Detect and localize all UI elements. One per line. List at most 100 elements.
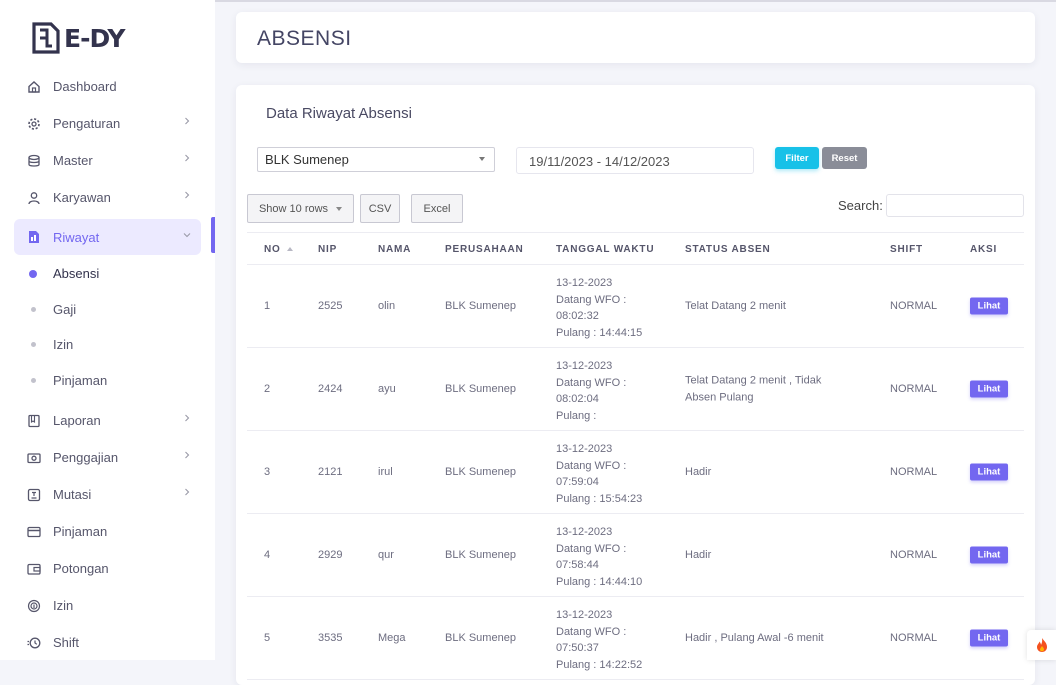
company-select[interactable]: BLK Sumenep [257, 147, 495, 172]
cell-nama: olin [378, 300, 396, 312]
column-header-nama[interactable]: NAMA [378, 244, 411, 255]
sidebar-subitem-gaji[interactable]: Gaji [0, 292, 215, 328]
sidebar-item-laporan[interactable]: Laporan [0, 402, 215, 439]
chevron-right-icon [185, 154, 190, 162]
chevron-right-icon [185, 414, 190, 422]
sidebar-item-penggajian[interactable]: Penggajian [0, 439, 215, 476]
show-rows-button[interactable]: Show 10 rows [247, 194, 354, 223]
date-text: 13-12-2023 [556, 360, 613, 372]
status-text: Hadir , Pulang Awal -6 menit [685, 631, 824, 644]
filter-button[interactable]: Filter [775, 147, 819, 169]
sidebar-subitem-izin[interactable]: Izin [0, 327, 215, 363]
sidebar-item-shift[interactable]: Shift [0, 624, 215, 661]
sidebar-item-label: Riwayat [53, 229, 100, 245]
date-range-input[interactable]: 19/11/2023 - 14/12/2023 [516, 147, 754, 174]
attendance-card: Data Riwayat Absensi BLK Sumenep 19/11/2… [236, 85, 1035, 685]
cell-shift: NORMAL [890, 383, 938, 395]
sidebar-item-label: Shift [53, 635, 80, 650]
sidebar-item-label: Pengaturan [53, 116, 121, 131]
pulang-text: Pulang : [556, 409, 597, 422]
wallet-icon [27, 562, 41, 576]
cell-status-absen: Telat Datang 2 menit [685, 298, 786, 315]
database-icon [27, 154, 41, 168]
status-text: Hadir [685, 465, 712, 478]
cell-tanggal-waktu: 13-12-2023 Datang WFO : 08:02:32 Pulang : 1… [556, 275, 642, 341]
company-select-value: BLK Sumenep [265, 152, 349, 167]
sidebar: E-DY Dashboard Pengaturan Master Karyawa… [0, 0, 215, 660]
date-text: 13-12-2023 [556, 443, 613, 455]
sidebar-item-potongan[interactable]: Potongan [0, 550, 215, 587]
caret-down-icon [479, 157, 485, 161]
home-icon [27, 80, 41, 94]
search-input[interactable] [886, 194, 1024, 217]
lihat-button[interactable]: Lihat [970, 546, 1008, 564]
lihat-button[interactable]: Lihat [970, 380, 1008, 398]
logo-icon [32, 22, 60, 54]
lihat-button[interactable]: Lihat [970, 629, 1008, 647]
date-text: 13-12-2023 [556, 277, 613, 289]
cell-no: 2 [264, 383, 271, 395]
cell-nip: 2424 [318, 383, 343, 395]
sidebar-item-izin[interactable]: Izin [0, 587, 215, 624]
show-rows-label: Show 10 rows [258, 202, 329, 215]
sidebar-item-pengaturan[interactable]: Pengaturan [0, 105, 215, 142]
sidebar-item-karyawan[interactable]: Karyawan [0, 179, 215, 216]
sidebar-item-riwayat[interactable]: Riwayat [14, 219, 201, 255]
status-text: Hadir [685, 548, 712, 561]
lihat-button[interactable]: Lihat [970, 297, 1008, 315]
datang-label: Datang WFO : [556, 293, 627, 306]
debug-toolbar-button[interactable] [1027, 630, 1056, 660]
chevron-right-icon [185, 488, 190, 496]
datang-time: 07:59:04 [556, 476, 599, 488]
datang-label: Datang WFO : [556, 625, 627, 638]
user-icon [27, 191, 41, 205]
cell-nip: 2929 [318, 549, 343, 561]
sidebar-subitem-label: Gaji [53, 301, 77, 317]
reset-button[interactable]: Reset [822, 147, 867, 169]
sort-icon [286, 247, 293, 251]
pulang-text: Pulang : 14:44:10 [556, 575, 643, 588]
search-label: Search: [838, 198, 883, 213]
sidebar-subitem-pinjaman[interactable]: Pinjaman [0, 363, 215, 399]
sidebar-item-pinjaman[interactable]: Pinjaman [0, 513, 215, 550]
bullet-dot-icon [31, 377, 36, 383]
datang-label: Datang WFO : [556, 459, 627, 472]
cell-no: 4 [264, 549, 271, 561]
sidebar-item-master[interactable]: Master [0, 142, 215, 179]
csv-button[interactable]: CSV [360, 194, 400, 223]
cell-shift: NORMAL [890, 632, 938, 644]
transfer-icon [27, 488, 41, 502]
datang-time: 08:02:04 [556, 393, 599, 405]
sidebar-item-label: Karyawan [53, 190, 111, 205]
column-header-tanggal-waktu[interactable]: TANGGAL WAKTU [556, 244, 654, 255]
datang-label: Datang WFO : [556, 542, 627, 555]
date-text: 13-12-2023 [556, 526, 613, 538]
sidebar-menu: Dashboard Pengaturan Master Karyawan Riw… [0, 68, 215, 661]
brand-logo[interactable]: E-DY [31, 22, 125, 54]
column-header-aksi[interactable]: AKSI [970, 244, 997, 255]
sidebar-subitem-absensi[interactable]: Absensi [0, 256, 215, 292]
table-row: 5 3535 Mega BLK Sumenep 13-12-2023 Datang WFO… [247, 597, 1024, 680]
column-header-perusahaan[interactable]: PERUSAHAAN [445, 244, 524, 255]
cell-nama: irul [378, 466, 393, 478]
datang-time: 07:58:44 [556, 559, 599, 571]
column-header-no[interactable]: NO [264, 244, 293, 255]
cell-nip: 2525 [318, 300, 343, 312]
cell-no: 5 [264, 632, 271, 644]
lihat-button[interactable]: Lihat [970, 463, 1008, 481]
column-header-status-absen[interactable]: STATUS ABSEN [685, 244, 771, 255]
status-text-2: Absen Pulang [685, 391, 754, 403]
table-row: 4 2929 qur BLK Sumenep 13-12-2023 Datang WFO … [247, 514, 1024, 597]
sidebar-item-dashboard[interactable]: Dashboard [0, 68, 215, 105]
excel-button[interactable]: Excel [411, 194, 463, 223]
book-icon [27, 414, 41, 428]
column-header-label: NO [264, 244, 281, 255]
cell-nip: 3535 [318, 632, 343, 644]
sidebar-item-label: Penggajian [53, 450, 119, 465]
status-text: Telat Datang 2 menit , Tidak [685, 374, 822, 387]
sidebar-item-label: Laporan [53, 413, 101, 428]
table-row: 1 2525 olin BLK Sumenep 13-12-2023 Datang WFO… [247, 265, 1024, 348]
column-header-shift[interactable]: SHIFT [890, 244, 923, 255]
sidebar-item-mutasi[interactable]: Mutasi [0, 476, 215, 513]
column-header-nip[interactable]: NIP [318, 244, 337, 255]
